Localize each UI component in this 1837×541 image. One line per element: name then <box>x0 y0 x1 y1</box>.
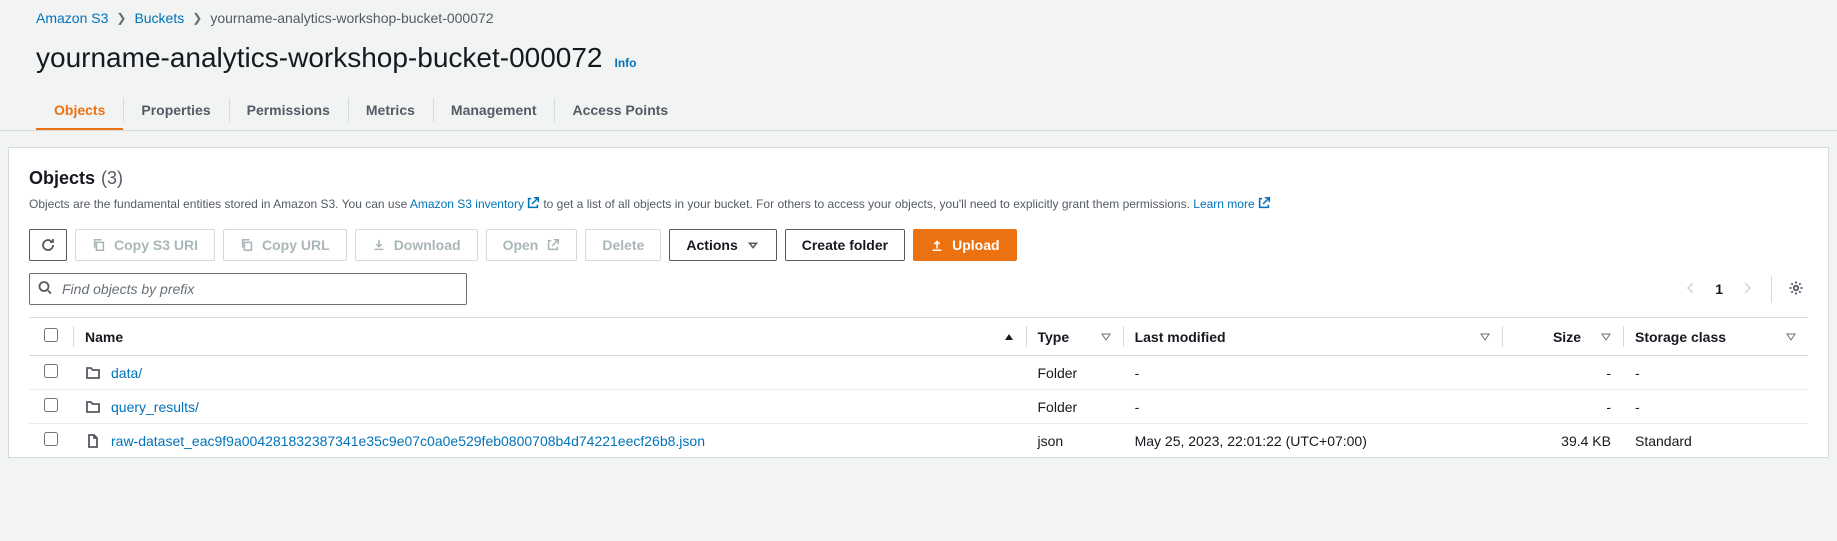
toolbar: Copy S3 URI Copy URL Download Open Delet… <box>29 229 1808 261</box>
column-size[interactable]: Size <box>1502 318 1623 356</box>
row-checkbox[interactable] <box>44 364 58 378</box>
file-icon <box>85 433 101 449</box>
object-name-link[interactable]: data/ <box>111 365 142 381</box>
cell-type: Folder <box>1026 390 1123 424</box>
table-row: data/Folder--- <box>29 356 1808 390</box>
external-link-icon <box>546 238 560 252</box>
tab-access-points[interactable]: Access Points <box>554 92 686 130</box>
table-row: raw-dataset_eac9f9a004281832387341e35c9e… <box>29 424 1808 458</box>
actions-dropdown[interactable]: Actions <box>669 229 776 261</box>
chevron-right-icon: ❯ <box>192 11 202 25</box>
select-all-checkbox[interactable] <box>44 328 58 342</box>
caret-down-icon <box>746 238 760 252</box>
object-name-link[interactable]: query_results/ <box>111 399 199 415</box>
download-button[interactable]: Download <box>355 229 478 261</box>
breadcrumb-root[interactable]: Amazon S3 <box>36 10 108 26</box>
upload-button[interactable]: Upload <box>913 229 1016 261</box>
inventory-link[interactable]: Amazon S3 inventory <box>410 197 540 211</box>
refresh-button[interactable] <box>29 229 67 261</box>
delete-button[interactable]: Delete <box>585 229 661 261</box>
copy-url-button[interactable]: Copy URL <box>223 229 347 261</box>
chevron-right-icon <box>1739 280 1755 296</box>
chevron-right-icon: ❯ <box>116 11 126 25</box>
folder-icon <box>85 365 101 381</box>
cell-type: Folder <box>1026 356 1123 390</box>
settings-button[interactable] <box>1784 276 1808 303</box>
tab-objects[interactable]: Objects <box>36 92 123 130</box>
panel-title: Objects <box>29 168 95 189</box>
page-title: yourname-analytics-workshop-bucket-00007… <box>36 42 603 74</box>
chevron-left-icon <box>1683 280 1699 296</box>
objects-panel: Objects (3) Objects are the fundamental … <box>8 147 1829 458</box>
tab-management[interactable]: Management <box>433 92 555 130</box>
cell-storage-class: - <box>1623 390 1808 424</box>
column-last-modified[interactable]: Last modified <box>1123 318 1502 356</box>
row-checkbox[interactable] <box>44 432 58 446</box>
row-checkbox[interactable] <box>44 398 58 412</box>
pagination: 1 <box>1679 276 1808 303</box>
sort-asc-icon <box>1004 329 1014 345</box>
copy-icon <box>92 238 106 252</box>
external-link-icon <box>1257 196 1271 215</box>
tab-properties[interactable]: Properties <box>123 92 228 130</box>
table-row: query_results/Folder--- <box>29 390 1808 424</box>
cell-size: 39.4 KB <box>1502 424 1623 458</box>
info-link[interactable]: Info <box>615 56 637 70</box>
page-number: 1 <box>1715 281 1723 297</box>
column-name[interactable]: Name <box>73 318 1026 356</box>
search-icon <box>37 280 53 299</box>
filter-icon <box>1101 329 1111 345</box>
page-header: yourname-analytics-workshop-bucket-00007… <box>0 30 1837 92</box>
cell-last-modified: - <box>1123 390 1502 424</box>
panel-description: Objects are the fundamental entities sto… <box>29 195 1808 215</box>
refresh-icon <box>40 237 56 253</box>
open-button[interactable]: Open <box>486 229 578 261</box>
external-link-icon <box>526 196 540 215</box>
copy-icon <box>240 238 254 252</box>
cell-last-modified: - <box>1123 356 1502 390</box>
object-name-link[interactable]: raw-dataset_eac9f9a004281832387341e35c9e… <box>111 433 705 449</box>
next-page-button[interactable] <box>1735 276 1759 303</box>
column-storage-class[interactable]: Storage class <box>1623 318 1808 356</box>
breadcrumb-current: yourname-analytics-workshop-bucket-00007… <box>210 10 493 26</box>
cell-type: json <box>1026 424 1123 458</box>
tab-metrics[interactable]: Metrics <box>348 92 433 130</box>
download-icon <box>372 238 386 252</box>
cell-storage-class: - <box>1623 356 1808 390</box>
filter-icon <box>1480 329 1490 345</box>
create-folder-button[interactable]: Create folder <box>785 229 905 261</box>
filter-icon <box>1786 329 1796 345</box>
copy-s3-uri-button[interactable]: Copy S3 URI <box>75 229 215 261</box>
folder-icon <box>85 399 101 415</box>
tab-permissions[interactable]: Permissions <box>229 92 348 130</box>
cell-size: - <box>1502 356 1623 390</box>
tab-bar: Objects Properties Permissions Metrics M… <box>0 92 1837 131</box>
breadcrumb-buckets[interactable]: Buckets <box>134 10 184 26</box>
cell-storage-class: Standard <box>1623 424 1808 458</box>
search-input[interactable] <box>29 273 467 305</box>
prev-page-button[interactable] <box>1679 276 1703 303</box>
filter-icon <box>1601 329 1611 345</box>
learn-more-link[interactable]: Learn more <box>1193 197 1270 211</box>
upload-icon <box>930 238 944 252</box>
column-type[interactable]: Type <box>1026 318 1123 356</box>
search-box <box>29 273 467 305</box>
breadcrumb: Amazon S3 ❯ Buckets ❯ yourname-analytics… <box>0 0 1837 30</box>
objects-table: Name Type Last modifie <box>29 317 1808 457</box>
cell-size: - <box>1502 390 1623 424</box>
cell-last-modified: May 25, 2023, 22:01:22 (UTC+07:00) <box>1123 424 1502 458</box>
gear-icon <box>1788 280 1804 296</box>
object-count: (3) <box>101 168 123 189</box>
